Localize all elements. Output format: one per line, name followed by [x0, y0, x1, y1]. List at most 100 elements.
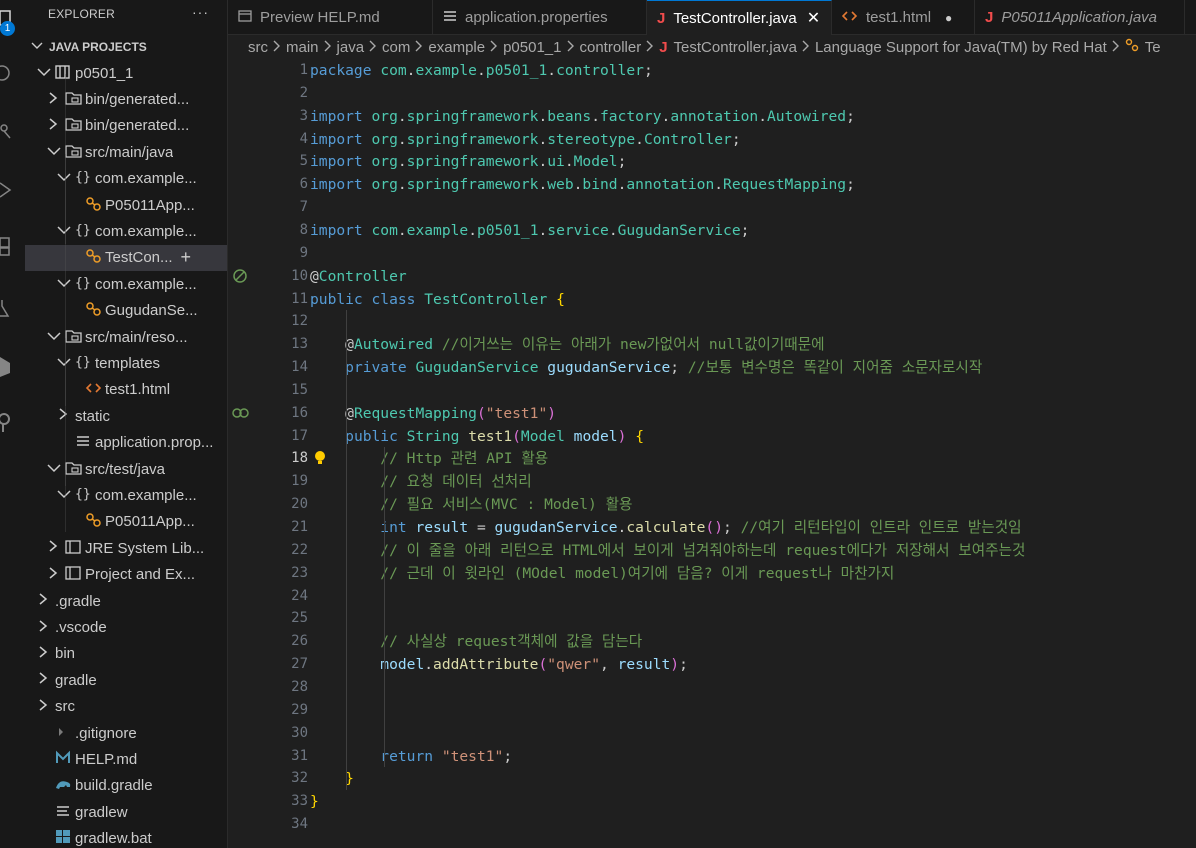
- tree-item[interactable]: Project and Ex...: [25, 562, 227, 588]
- tree-item[interactable]: build.gradle: [25, 773, 227, 799]
- tree-item[interactable]: static: [25, 403, 227, 429]
- tree-item[interactable]: bin/generated...: [25, 113, 227, 139]
- chevron-down-icon[interactable]: [57, 223, 75, 240]
- tree-item[interactable]: bin: [25, 641, 227, 667]
- chevron-right-icon[interactable]: [47, 566, 65, 584]
- run-debug-icon[interactable]: [0, 180, 14, 202]
- breadcrumb-item[interactable]: main: [286, 39, 319, 56]
- tree-item[interactable]: src/main/java: [25, 139, 227, 165]
- tools-icon[interactable]: [0, 412, 14, 434]
- code-line[interactable]: }: [310, 790, 319, 813]
- chevron-down-icon[interactable]: [47, 461, 65, 478]
- breadcrumb-item[interactable]: TestController.java: [674, 39, 797, 56]
- code-line[interactable]: import org.springframework.stereotype.Co…: [310, 128, 741, 151]
- close-tab-icon[interactable]: ✕: [807, 8, 820, 28]
- tree-item[interactable]: application.prop...: [25, 430, 227, 456]
- chevron-right-icon[interactable]: [37, 698, 55, 716]
- tree-item[interactable]: {} com.example...: [25, 482, 227, 508]
- java-projects-section-header[interactable]: JAVA PROJECTS: [25, 34, 147, 60]
- request-mapping-icon[interactable]: [232, 405, 249, 421]
- chevron-right-icon[interactable]: [47, 117, 65, 135]
- code-line[interactable]: return "test1";: [310, 745, 512, 768]
- code-line[interactable]: // 필요 서비스(MVC : Model) 활용: [310, 493, 632, 516]
- editor-tab[interactable]: Preview HELP.md: [228, 0, 433, 35]
- editor-tab[interactable]: test1.html ●: [832, 0, 975, 35]
- breadcrumb-item[interactable]: controller: [580, 39, 642, 56]
- code-editor[interactable]: 1 2 3 4 5 6 7 8 9 10 11 12 13 14 15 16 17 18 19 20 21 22 23 24 2…: [228, 59, 1196, 848]
- tree-item[interactable]: P05011App...: [25, 509, 227, 535]
- tree-item[interactable]: p0501_1: [25, 60, 227, 86]
- breadcrumb-item[interactable]: Te: [1145, 39, 1161, 56]
- breadcrumb-item[interactable]: p0501_1: [503, 39, 561, 56]
- tree-item[interactable]: .vscode: [25, 614, 227, 640]
- code-line[interactable]: import org.springframework.beans.factory…: [310, 105, 855, 128]
- code-line[interactable]: int result = gugudanService.calculate();…: [310, 516, 1021, 539]
- code-line[interactable]: public String test1(Model model) {: [310, 425, 644, 448]
- code-line[interactable]: package com.example.p0501_1.controller;: [310, 59, 653, 82]
- code-line[interactable]: // 근데 이 윗라인 (MOdel model)여기에 담음? 이게 requ…: [310, 562, 894, 585]
- testing-icon[interactable]: [0, 298, 14, 320]
- code-line[interactable]: private GugudanService gugudanService; /…: [310, 356, 982, 379]
- java-projects-icon[interactable]: [0, 355, 14, 377]
- code-line[interactable]: import com.example.p0501_1.service.Gugud…: [310, 219, 749, 242]
- chevron-down-icon[interactable]: [57, 487, 75, 504]
- tree-item[interactable]: JRE System Lib...: [25, 535, 227, 561]
- tree-item[interactable]: test1.html: [25, 377, 227, 403]
- code-line[interactable]: // 요청 데이터 선처리: [310, 470, 531, 493]
- code-line[interactable]: public class TestController {: [310, 288, 565, 311]
- chevron-down-icon[interactable]: [37, 65, 55, 82]
- breadcrumb-item[interactable]: example: [428, 39, 485, 56]
- chevron-down-icon[interactable]: [57, 276, 75, 293]
- chevron-right-icon[interactable]: [37, 592, 55, 610]
- extensions-icon[interactable]: [0, 236, 14, 258]
- code-line[interactable]: model.addAttribute("qwer", result);: [310, 653, 688, 676]
- code-line[interactable]: @Controller: [310, 265, 407, 288]
- tree-item[interactable]: {} com.example...: [25, 271, 227, 297]
- chevron-down-icon[interactable]: [57, 170, 75, 187]
- breadcrumb-item[interactable]: Language Support for Java(TM) by Red Hat: [815, 39, 1107, 56]
- code-line[interactable]: }: [310, 767, 354, 790]
- tree-item[interactable]: {} com.example...: [25, 166, 227, 192]
- chevron-right-icon[interactable]: [37, 619, 55, 637]
- chevron-down-icon[interactable]: [47, 144, 65, 161]
- code-line[interactable]: @Autowired //이거쓰는 이유는 아래가 new가없어서 null값이…: [310, 333, 824, 356]
- breadcrumb-item[interactable]: src: [248, 39, 268, 56]
- editor-tab[interactable]: J TestController.java ✕: [647, 0, 832, 35]
- tree-item[interactable]: .gitignore: [25, 720, 227, 746]
- chevron-right-icon[interactable]: [47, 91, 65, 109]
- tree-item[interactable]: HELP.md: [25, 746, 227, 772]
- tree-item[interactable]: src/test/java: [25, 456, 227, 482]
- code-line[interactable]: import org.springframework.ui.Model;: [310, 150, 626, 173]
- chevron-down-icon[interactable]: [57, 355, 75, 372]
- chevron-right-icon[interactable]: [47, 539, 65, 557]
- code-line[interactable]: // 이 줄을 아래 리턴으로 HTML에서 보이게 넘겨줘야하는데 reque…: [310, 539, 1025, 562]
- code-line[interactable]: import org.springframework.web.bind.anno…: [310, 173, 855, 196]
- tree-item[interactable]: {} com.example...: [25, 218, 227, 244]
- chevron-right-icon[interactable]: [37, 671, 55, 689]
- code-line[interactable]: // 사실상 request객체에 값을 담는다: [310, 630, 642, 653]
- search-icon[interactable]: [0, 63, 14, 85]
- spring-bean-icon[interactable]: [232, 268, 248, 284]
- tree-item[interactable]: gradle: [25, 667, 227, 693]
- chevron-right-icon[interactable]: [57, 407, 75, 425]
- more-actions-icon[interactable]: ···: [192, 4, 209, 20]
- breadcrumb-item[interactable]: com: [382, 39, 410, 56]
- new-file-plus-icon[interactable]: +: [181, 247, 192, 268]
- tree-item[interactable]: src/main/reso...: [25, 324, 227, 350]
- editor-tab[interactable]: J P05011Application.java: [975, 0, 1185, 35]
- tree-item[interactable]: .gradle: [25, 588, 227, 614]
- chevron-right-icon[interactable]: [37, 645, 55, 663]
- tree-item[interactable]: gradlew: [25, 799, 227, 825]
- tree-item[interactable]: TestCon... +: [25, 244, 227, 272]
- editor-tab[interactable]: application.properties: [433, 0, 647, 35]
- breadcrumb-item[interactable]: java: [337, 39, 365, 56]
- unsaved-dot-icon[interactable]: ●: [945, 11, 952, 25]
- tree-item[interactable]: P05011App...: [25, 192, 227, 218]
- source-control-icon[interactable]: [0, 122, 14, 144]
- tree-item[interactable]: gradlew.bat: [25, 826, 227, 848]
- tree-item[interactable]: {} templates: [25, 350, 227, 376]
- lightbulb-icon[interactable]: [312, 449, 328, 465]
- tree-item[interactable]: src: [25, 694, 227, 720]
- tree-item[interactable]: bin/generated...: [25, 86, 227, 112]
- chevron-down-icon[interactable]: [47, 329, 65, 346]
